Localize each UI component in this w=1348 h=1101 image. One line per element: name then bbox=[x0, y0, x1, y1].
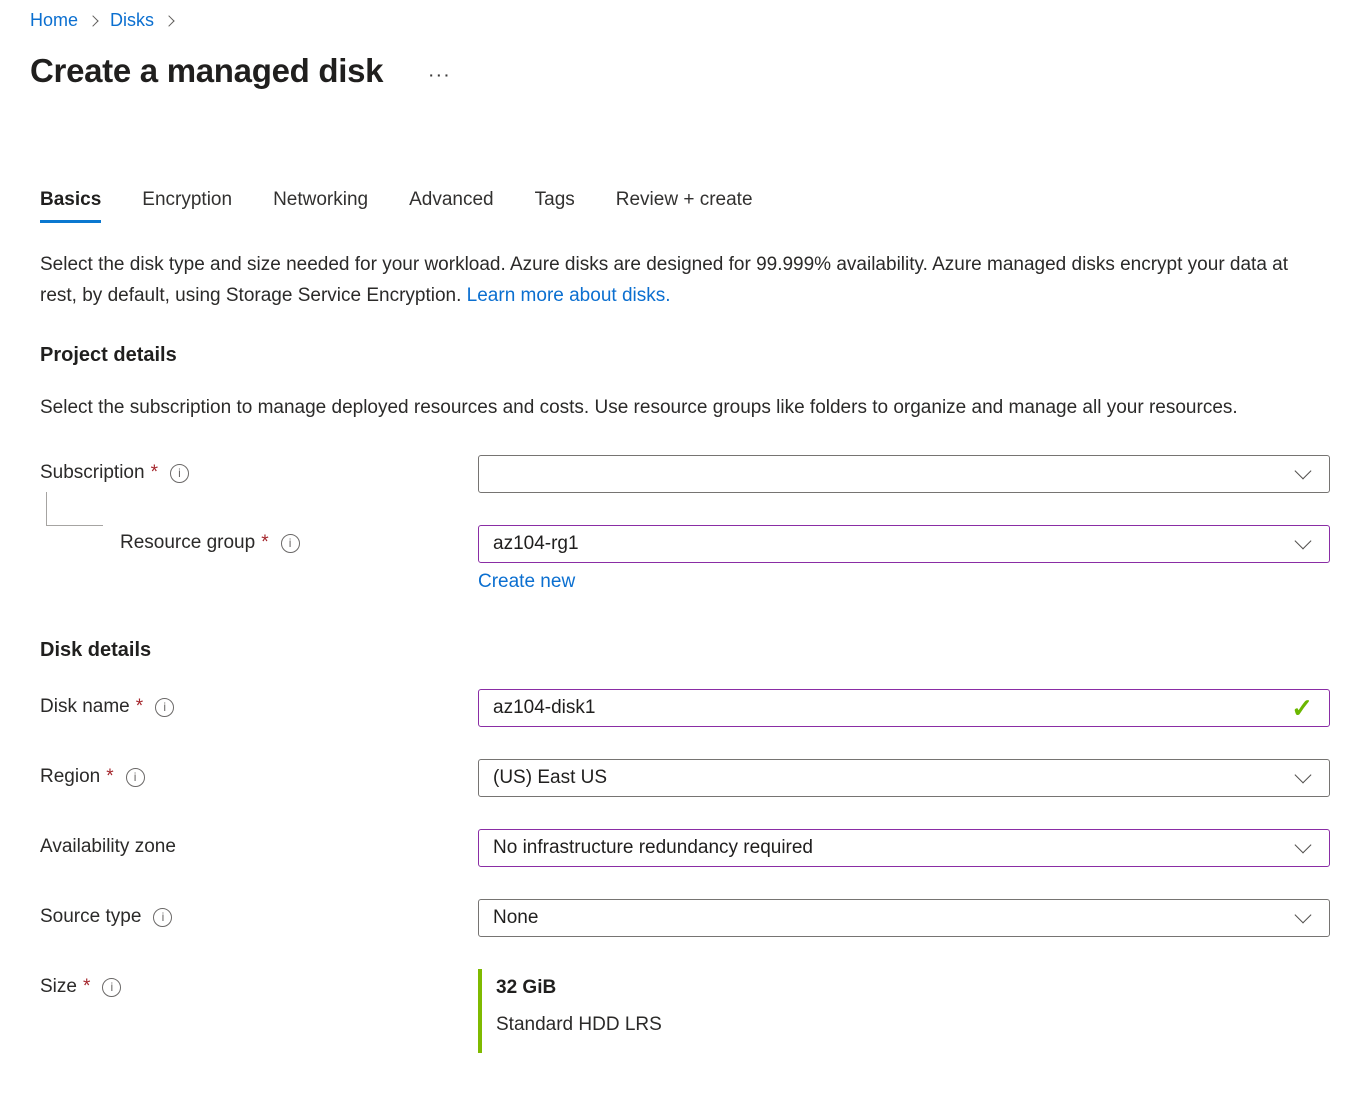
create-new-link[interactable]: Create new bbox=[478, 571, 575, 593]
breadcrumb: Home Disks bbox=[0, 0, 1348, 31]
breadcrumb-home-link[interactable]: Home bbox=[30, 10, 78, 31]
breadcrumb-disks-link[interactable]: Disks bbox=[110, 10, 154, 31]
tab-advanced[interactable]: Advanced bbox=[409, 189, 494, 223]
project-details-description: Select the subscription to manage deploy… bbox=[40, 392, 1330, 423]
breadcrumb-separator-icon bbox=[163, 15, 174, 26]
size-summary[interactable]: 32 GiB Standard HDD LRS bbox=[478, 969, 1330, 1053]
resource-group-dropdown[interactable]: az104-rg1 bbox=[478, 525, 1330, 563]
resource-group-label: Resource group * i bbox=[40, 525, 478, 554]
region-row: Region * i (US) East US bbox=[40, 759, 1330, 797]
subscription-dropdown[interactable] bbox=[478, 455, 1330, 493]
info-icon[interactable]: i bbox=[170, 464, 189, 483]
required-asterisk: * bbox=[83, 976, 90, 998]
source-type-label: Source type i bbox=[40, 899, 478, 928]
chevron-down-icon bbox=[1295, 463, 1312, 480]
availability-zone-value: No infrastructure redundancy required bbox=[493, 837, 813, 859]
tab-basics[interactable]: Basics bbox=[40, 189, 101, 223]
resource-group-value: az104-rg1 bbox=[493, 533, 579, 555]
resource-group-control: az104-rg1 Create new bbox=[478, 525, 1330, 593]
region-value: (US) East US bbox=[493, 767, 607, 789]
tab-tags[interactable]: Tags bbox=[535, 189, 575, 223]
source-type-row: Source type i None bbox=[40, 899, 1330, 937]
region-label-text: Region bbox=[40, 766, 100, 788]
source-type-control: None bbox=[478, 899, 1330, 937]
size-value: 32 GiB bbox=[496, 973, 1330, 1002]
chevron-down-icon bbox=[1295, 837, 1312, 854]
resource-group-label-text: Resource group bbox=[120, 532, 255, 554]
source-type-label-text: Source type bbox=[40, 906, 141, 928]
learn-more-link[interactable]: Learn more about disks. bbox=[467, 285, 671, 306]
subscription-row: Subscription * i bbox=[40, 455, 1330, 493]
breadcrumb-separator-icon bbox=[87, 15, 98, 26]
required-asterisk: * bbox=[261, 532, 268, 554]
tab-encryption[interactable]: Encryption bbox=[142, 189, 232, 223]
source-type-value: None bbox=[493, 907, 538, 929]
size-sku: Standard HDD LRS bbox=[496, 1010, 1330, 1039]
disk-details-heading: Disk details bbox=[40, 639, 1330, 662]
disk-name-row: Disk name * i ✓ bbox=[40, 689, 1330, 727]
region-control: (US) East US bbox=[478, 759, 1330, 797]
subscription-control bbox=[478, 455, 1330, 493]
disk-name-control: ✓ bbox=[478, 689, 1330, 727]
main-content: Basics Encryption Networking Advanced Ta… bbox=[0, 189, 1348, 1053]
availability-zone-label: Availability zone bbox=[40, 829, 478, 858]
region-dropdown[interactable]: (US) East US bbox=[478, 759, 1330, 797]
hierarchy-connector bbox=[46, 492, 103, 526]
resource-group-row: Resource group * i az104-rg1 Create new bbox=[40, 525, 1330, 593]
info-icon[interactable]: i bbox=[155, 698, 174, 717]
more-options-icon[interactable]: ··· bbox=[429, 59, 452, 83]
page-header: Create a managed disk ··· bbox=[0, 52, 1348, 90]
page-title: Create a managed disk bbox=[30, 52, 383, 90]
size-control: 32 GiB Standard HDD LRS bbox=[478, 969, 1330, 1053]
subscription-label: Subscription * i bbox=[40, 455, 478, 484]
tab-review-create[interactable]: Review + create bbox=[616, 189, 753, 223]
disk-name-label: Disk name * i bbox=[40, 689, 478, 718]
size-label: Size * i bbox=[40, 969, 478, 998]
info-icon[interactable]: i bbox=[153, 908, 172, 927]
chevron-down-icon bbox=[1295, 533, 1312, 550]
info-icon[interactable]: i bbox=[281, 534, 300, 553]
required-asterisk: * bbox=[136, 696, 143, 718]
availability-zone-dropdown[interactable]: No infrastructure redundancy required bbox=[478, 829, 1330, 867]
basics-form: Subscription * i Resource group * i az10… bbox=[40, 455, 1330, 1053]
intro-text: Select the disk type and size needed for… bbox=[40, 249, 1330, 311]
project-details-heading: Project details bbox=[40, 344, 1330, 367]
info-icon[interactable]: i bbox=[102, 978, 121, 997]
subscription-label-text: Subscription bbox=[40, 462, 145, 484]
availability-zone-label-text: Availability zone bbox=[40, 836, 176, 858]
disk-name-label-text: Disk name bbox=[40, 696, 130, 718]
availability-zone-row: Availability zone No infrastructure redu… bbox=[40, 829, 1330, 867]
chevron-down-icon bbox=[1295, 907, 1312, 924]
valid-check-icon: ✓ bbox=[1291, 695, 1313, 721]
size-label-text: Size bbox=[40, 976, 77, 998]
size-row: Size * i 32 GiB Standard HDD LRS bbox=[40, 969, 1330, 1053]
region-label: Region * i bbox=[40, 759, 478, 788]
chevron-down-icon bbox=[1295, 767, 1312, 784]
source-type-dropdown[interactable]: None bbox=[478, 899, 1330, 937]
required-asterisk: * bbox=[151, 462, 158, 484]
availability-zone-control: No infrastructure redundancy required bbox=[478, 829, 1330, 867]
disk-name-field: ✓ bbox=[478, 689, 1330, 727]
tab-bar: Basics Encryption Networking Advanced Ta… bbox=[40, 189, 1330, 223]
tab-networking[interactable]: Networking bbox=[273, 189, 368, 223]
required-asterisk: * bbox=[106, 766, 113, 788]
info-icon[interactable]: i bbox=[126, 768, 145, 787]
disk-name-input[interactable] bbox=[493, 697, 1291, 719]
